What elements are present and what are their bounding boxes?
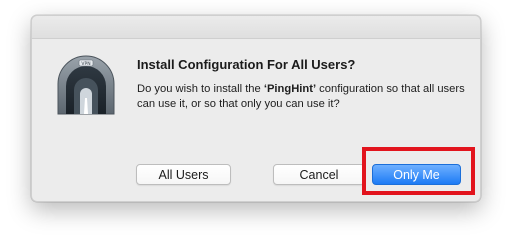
all-users-button[interactable]: All Users [136, 164, 231, 185]
vpn-tunnel-icon: VPN [54, 54, 118, 118]
config-name: ‘PingHint’ [263, 83, 317, 95]
message-prefix: Do you wish to install the [137, 83, 264, 95]
dialog-title: Install Configuration For All Users? [137, 57, 356, 72]
highlight-box [362, 147, 475, 195]
dialog-message: Do you wish to install the ‘PingHint’ co… [137, 82, 472, 112]
dialog-titlebar [32, 16, 480, 39]
cancel-button[interactable]: Cancel [273, 164, 365, 185]
vpn-icon-label: VPN [81, 61, 90, 67]
